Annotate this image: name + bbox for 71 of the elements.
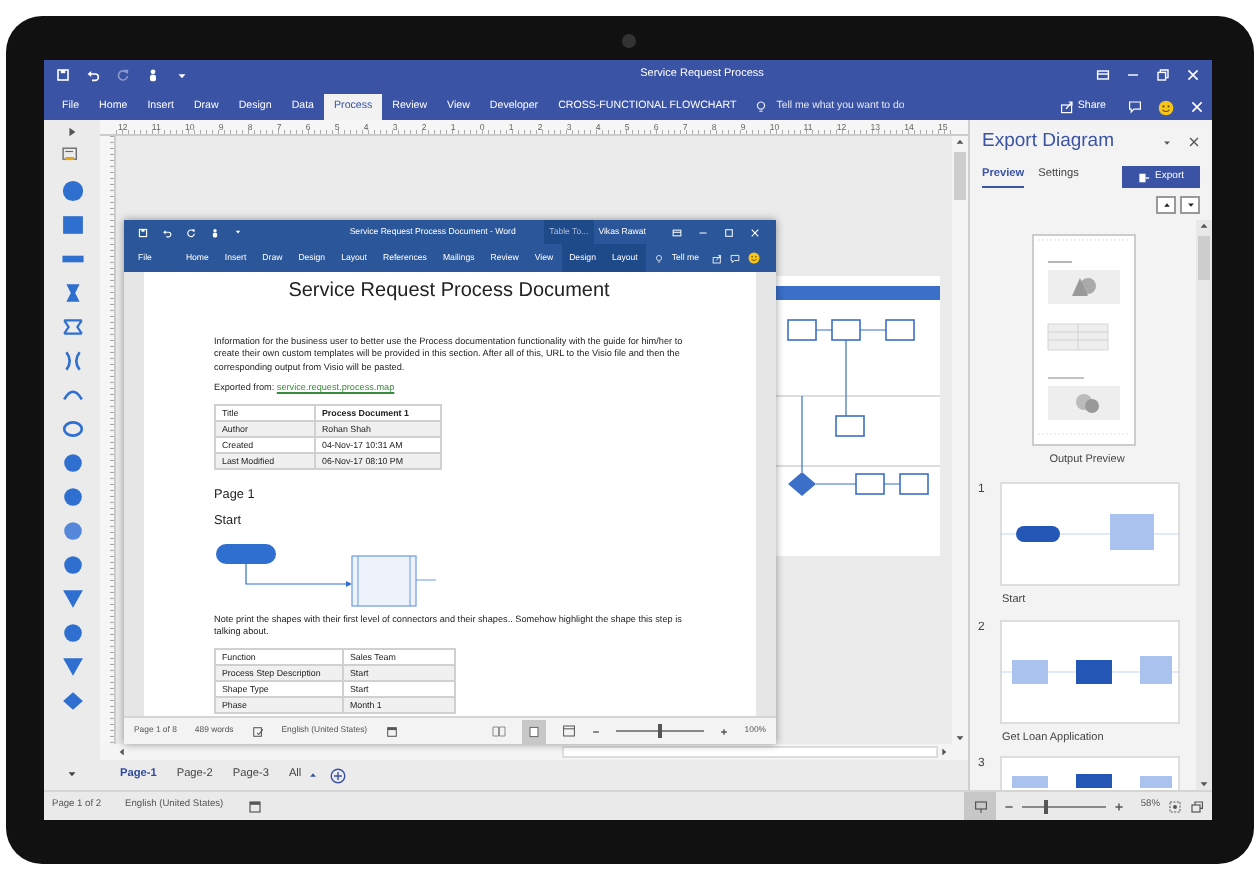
- circle-icon[interactable]: [61, 486, 83, 508]
- lightbulb-icon: [653, 253, 664, 263]
- close-icon[interactable]: [1188, 136, 1200, 148]
- save-icon[interactable]: [56, 68, 70, 82]
- zoom-out-icon[interactable]: [592, 727, 601, 735]
- smiley-icon[interactable]: [748, 252, 760, 264]
- scroll-up-icon[interactable]: [1198, 220, 1210, 232]
- square-icon[interactable]: [61, 214, 83, 236]
- scrollbar-thumb[interactable]: [562, 746, 939, 758]
- caret-icon[interactable]: [234, 228, 242, 236]
- slider-thumb[interactable]: [658, 724, 663, 738]
- web-layout-icon[interactable]: [562, 724, 577, 738]
- document-heading: Service Request Process Document: [286, 278, 612, 306]
- minimize-icon[interactable]: [1126, 68, 1140, 82]
- zoom-out-icon[interactable]: [1004, 801, 1015, 811]
- touch-mode-icon[interactable]: [146, 68, 160, 82]
- undo-icon[interactable]: [86, 68, 100, 82]
- fit-page-icon[interactable]: [1168, 799, 1182, 813]
- camera-dot: [622, 34, 636, 48]
- slider-thumb[interactable]: [1043, 799, 1048, 813]
- scrollbar-thumb[interactable]: [1198, 236, 1210, 280]
- macro-icon[interactable]: [247, 799, 262, 813]
- switch-windows-icon[interactable]: [1190, 799, 1204, 813]
- comment-icon[interactable]: [1128, 100, 1142, 114]
- caret-icon[interactable]: [66, 768, 78, 780]
- caret-icon[interactable]: [176, 69, 188, 81]
- share-icon: [1059, 100, 1074, 114]
- scrollbar-thumb[interactable]: [954, 152, 966, 200]
- caret-icon[interactable]: [307, 770, 318, 780]
- panel-title: Export Diagram: [982, 127, 1116, 156]
- zoom-in-icon[interactable]: [720, 727, 729, 735]
- maximize-icon[interactable]: [724, 227, 734, 237]
- undo-icon[interactable]: [162, 227, 172, 237]
- caret-icon: [1185, 200, 1195, 210]
- circle-icon[interactable]: [61, 180, 83, 202]
- circle-icon[interactable]: [61, 452, 83, 474]
- comment-icon[interactable]: [730, 253, 740, 263]
- minimize-icon[interactable]: [698, 227, 708, 237]
- triangle-icon[interactable]: [61, 656, 83, 678]
- export-icon: [1137, 171, 1150, 183]
- move-down-button[interactable]: [1180, 196, 1200, 214]
- lightbulb-icon: [754, 100, 769, 114]
- zoom-in-icon[interactable]: [1114, 801, 1125, 811]
- page-thumbnail[interactable]: [1000, 482, 1180, 587]
- curve-icon[interactable]: [61, 418, 83, 440]
- page-thumbnail[interactable]: [1000, 619, 1180, 723]
- macro-icon[interactable]: [385, 725, 398, 737]
- save-icon[interactable]: [138, 227, 148, 237]
- curve-icon[interactable]: [61, 384, 83, 406]
- diamond-icon[interactable]: [61, 690, 83, 712]
- print-layout-icon: [528, 725, 541, 737]
- expand-icon[interactable]: [66, 126, 78, 138]
- add-page-icon[interactable]: [329, 767, 346, 783]
- circle-icon[interactable]: [61, 554, 83, 576]
- smiley-icon[interactable]: [1158, 99, 1174, 115]
- caret-icon[interactable]: [1162, 137, 1172, 147]
- ribbon-display-icon[interactable]: [672, 227, 682, 237]
- move-up-button[interactable]: [1156, 196, 1176, 214]
- restore-icon[interactable]: [1156, 68, 1170, 82]
- presentation-icon: [973, 799, 988, 813]
- touch-mode-icon[interactable]: [210, 227, 220, 237]
- proofing-icon[interactable]: [251, 725, 264, 737]
- circle-icon[interactable]: [61, 622, 83, 644]
- caret-icon: [1161, 200, 1171, 210]
- print-layout-button[interactable]: [522, 719, 547, 743]
- triangle-icon[interactable]: [61, 588, 83, 610]
- circle-icon[interactable]: [61, 520, 83, 542]
- share-icon[interactable]: [712, 253, 722, 263]
- presentation-mode-button[interactable]: [964, 792, 997, 820]
- read-mode-icon[interactable]: [492, 724, 507, 738]
- ribbon-display-icon[interactable]: [1096, 68, 1110, 82]
